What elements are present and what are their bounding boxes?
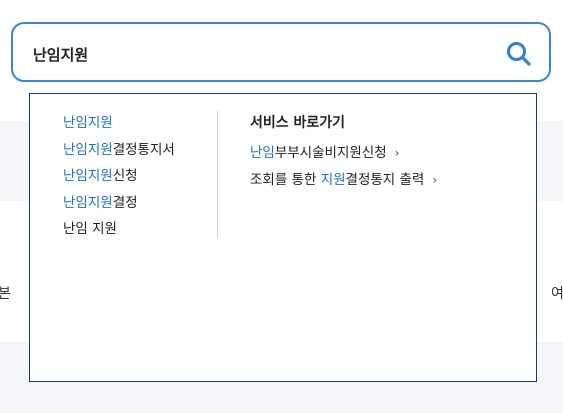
- suggestion-rest: 결정통지서: [112, 141, 175, 158]
- service-shortcuts: 서비스 바로가기 난임부부시술비지원신청 › 조회를 통한 지원결정통지 출력 ›: [250, 112, 437, 196]
- suggestion-item[interactable]: 난임 지원: [63, 218, 175, 245]
- suggestion-highlight: 난임지원: [63, 141, 113, 158]
- service-link-decision-notice-print[interactable]: 조회를 통한 지원결정통지 출력 ›: [250, 169, 437, 196]
- service-link-post: 결정통지 출력: [345, 172, 425, 188]
- suggestion-highlight: 난임지원: [63, 194, 113, 211]
- search-button[interactable]: [505, 40, 533, 68]
- service-link-infertility-procedure[interactable]: 난임부부시술비지원신청 ›: [250, 142, 437, 169]
- search-box: [11, 22, 551, 82]
- chevron-right-icon: ›: [432, 173, 438, 187]
- service-link-highlight: 난임: [250, 145, 275, 161]
- service-link-pre: 조회를 통한: [250, 172, 321, 188]
- suggestion-rest: 결정: [112, 194, 138, 211]
- background-text-right: 여: [551, 286, 563, 302]
- suggestion-item[interactable]: 난임지원신청: [63, 165, 175, 192]
- suggestion-item[interactable]: 난임지원: [63, 112, 175, 139]
- search-input[interactable]: [33, 43, 473, 65]
- service-link-post: 부부시술비지원신청: [274, 145, 387, 161]
- background-text-left: 본: [0, 286, 11, 302]
- suggestion-rest: 신청: [112, 168, 138, 184]
- autocomplete-dropdown: 난임지원 난임지원결정통지서 난임지원신청 난임지원결정 난임 지원 서비스 바…: [29, 93, 537, 382]
- search-icon: [507, 42, 531, 66]
- chevron-right-icon: ›: [394, 146, 400, 160]
- suggestion-highlight: 난임지원: [63, 115, 113, 131]
- suggestion-rest: 난임 지원: [63, 221, 117, 237]
- suggestion-list: 난임지원 난임지원결정통지서 난임지원신청 난임지원결정 난임 지원: [63, 112, 175, 245]
- suggestion-item[interactable]: 난임지원결정통지서: [63, 139, 175, 166]
- suggestion-item[interactable]: 난임지원결정: [63, 192, 175, 219]
- service-link-highlight: 지원: [320, 172, 346, 188]
- service-shortcuts-title: 서비스 바로가기: [250, 115, 346, 131]
- dropdown-divider: [217, 111, 218, 239]
- suggestion-highlight: 난임지원: [63, 168, 113, 184]
